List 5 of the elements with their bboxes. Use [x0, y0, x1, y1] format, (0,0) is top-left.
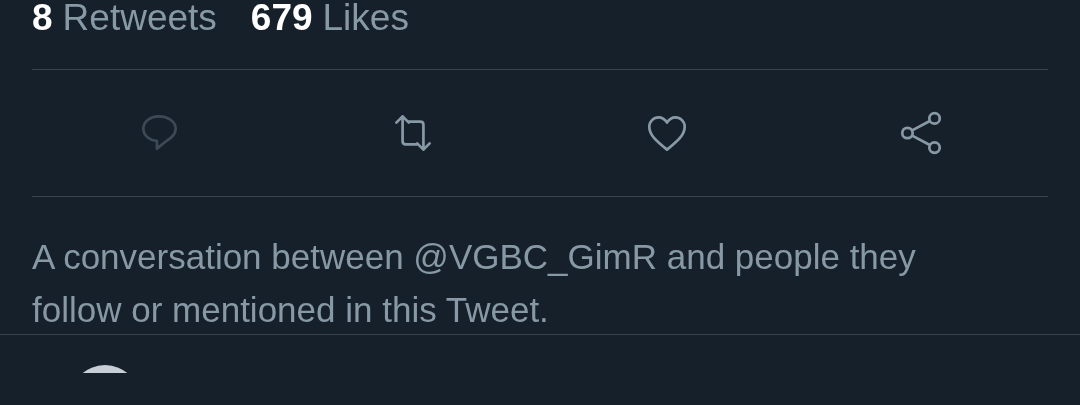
stat-label: Likes [322, 0, 409, 36]
stat-count: 679 [250, 0, 313, 36]
conversation-note: A conversation between @VGBC_GimR and people they follow or mentioned in this Tweet. [31, 236, 917, 331]
stat-label: Retweets [62, 0, 217, 36]
stat-count: 8 [32, 0, 53, 36]
